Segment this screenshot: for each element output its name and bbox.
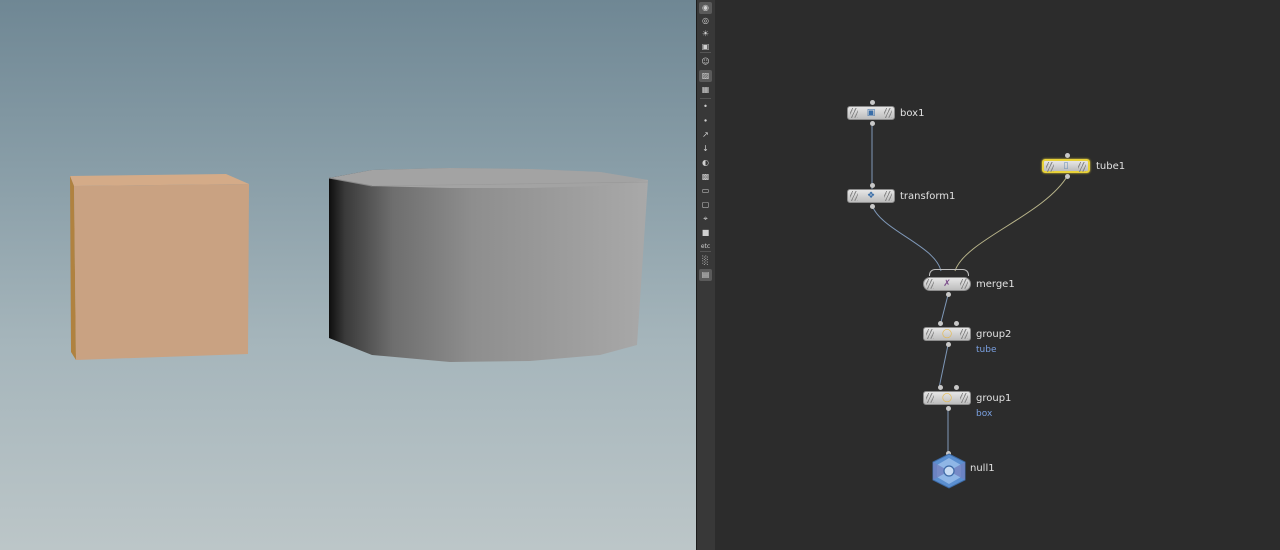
tube-icon: ▯ <box>1063 161 1069 171</box>
node-null1[interactable]: null1 <box>927 450 1027 490</box>
input-port[interactable] <box>1065 153 1070 158</box>
background-icon[interactable]: ░ <box>699 255 712 267</box>
node-label: group2 <box>976 329 1012 340</box>
ghost-icon[interactable]: ☺ <box>699 56 712 68</box>
solid-icon[interactable]: ■ <box>699 227 712 239</box>
output-port[interactable] <box>946 342 951 347</box>
toolbar-separator <box>700 98 711 99</box>
node-body[interactable]: ▣ <box>847 106 895 120</box>
node-comment: box <box>976 409 993 419</box>
visibility-icon[interactable]: ◎ <box>699 15 712 27</box>
output-port[interactable] <box>1065 174 1070 179</box>
input-port[interactable] <box>938 385 943 390</box>
wireframe-icon[interactable]: ▢ <box>699 199 712 211</box>
normal-icon[interactable]: ↗ <box>699 129 712 141</box>
node-body[interactable]: ❖ <box>847 189 895 203</box>
display-toolbar: ◉ ◎ ☀ ▣ ☺ ▨ ▦ • ∙ ↗ ↓ ◐ ▩ ▭ ▢ ⌖ ■ ░ ▤ etc <box>696 0 716 550</box>
box-object[interactable] <box>70 174 249 360</box>
node-comment: tube <box>976 345 997 355</box>
point-icon[interactable]: • <box>699 101 712 113</box>
node-body[interactable]: ▯ <box>1042 159 1090 173</box>
node-transform1[interactable]: ❖ transform1 <box>847 183 987 213</box>
node-tube1[interactable]: ▯ tube1 <box>1042 153 1162 183</box>
output-port[interactable] <box>946 406 951 411</box>
node-body[interactable]: ◯ <box>923 327 971 341</box>
toolbar-separator <box>700 251 711 252</box>
output-port[interactable] <box>870 121 875 126</box>
input-port[interactable] <box>870 100 875 105</box>
viewport-layout-icon[interactable]: ▤ <box>699 269 712 281</box>
display-options-icon[interactable]: ◉ <box>699 2 712 14</box>
input-port[interactable] <box>938 321 943 326</box>
texture-icon[interactable]: ▩ <box>699 171 712 183</box>
light-icon[interactable]: ☀ <box>699 28 712 40</box>
box-icon: ▣ <box>866 108 876 118</box>
node-merge1[interactable]: ✗ merge1 <box>923 266 1043 300</box>
vertex-icon[interactable]: ∙ <box>699 115 712 127</box>
node-body[interactable]: ◯ <box>923 391 971 405</box>
node-label: tube1 <box>1096 161 1126 172</box>
null-icon[interactable] <box>930 453 968 489</box>
merge-icon: ✗ <box>943 279 951 289</box>
toolbar-separator <box>700 52 711 53</box>
node-label: transform1 <box>900 191 956 202</box>
node-body[interactable]: ✗ <box>923 277 971 291</box>
node-label: group1 <box>976 393 1012 404</box>
group-icon: ◯ <box>942 329 953 339</box>
viewport-canvas[interactable] <box>0 0 696 550</box>
merge-input-bar[interactable] <box>929 269 969 276</box>
output-port[interactable] <box>946 292 951 297</box>
selection-icon[interactable]: ⌖ <box>699 213 712 225</box>
input-port-2[interactable] <box>954 385 959 390</box>
tube-object[interactable] <box>328 168 649 362</box>
node-group1[interactable]: ◯ group1 box <box>923 385 1043 425</box>
node-label: box1 <box>900 108 925 119</box>
network-editor[interactable]: ▣ box1 ❖ transform1 ▯ tube1 ✗ merge1 ◯ g… <box>715 0 1280 550</box>
input-port-2[interactable] <box>954 321 959 326</box>
scene-viewport[interactable] <box>0 0 696 550</box>
group-icon: ◯ <box>942 393 953 403</box>
input-port[interactable] <box>870 183 875 188</box>
node-label: null1 <box>970 463 995 474</box>
node-label: merge1 <box>976 279 1015 290</box>
output-port[interactable] <box>870 204 875 209</box>
template-icon[interactable]: ▦ <box>699 84 712 96</box>
uv-icon[interactable]: ↓ <box>699 143 712 155</box>
shading-icon[interactable]: ◐ <box>699 157 712 169</box>
transform-icon: ❖ <box>866 191 876 201</box>
node-box1[interactable]: ▣ box1 <box>847 100 967 130</box>
bounding-box-icon[interactable]: ▭ <box>699 185 712 197</box>
node-group2[interactable]: ◯ group2 tube <box>923 321 1043 361</box>
wire-transform1-merge1 <box>871 204 942 272</box>
snapshot-icon[interactable]: ▨ <box>699 70 712 82</box>
